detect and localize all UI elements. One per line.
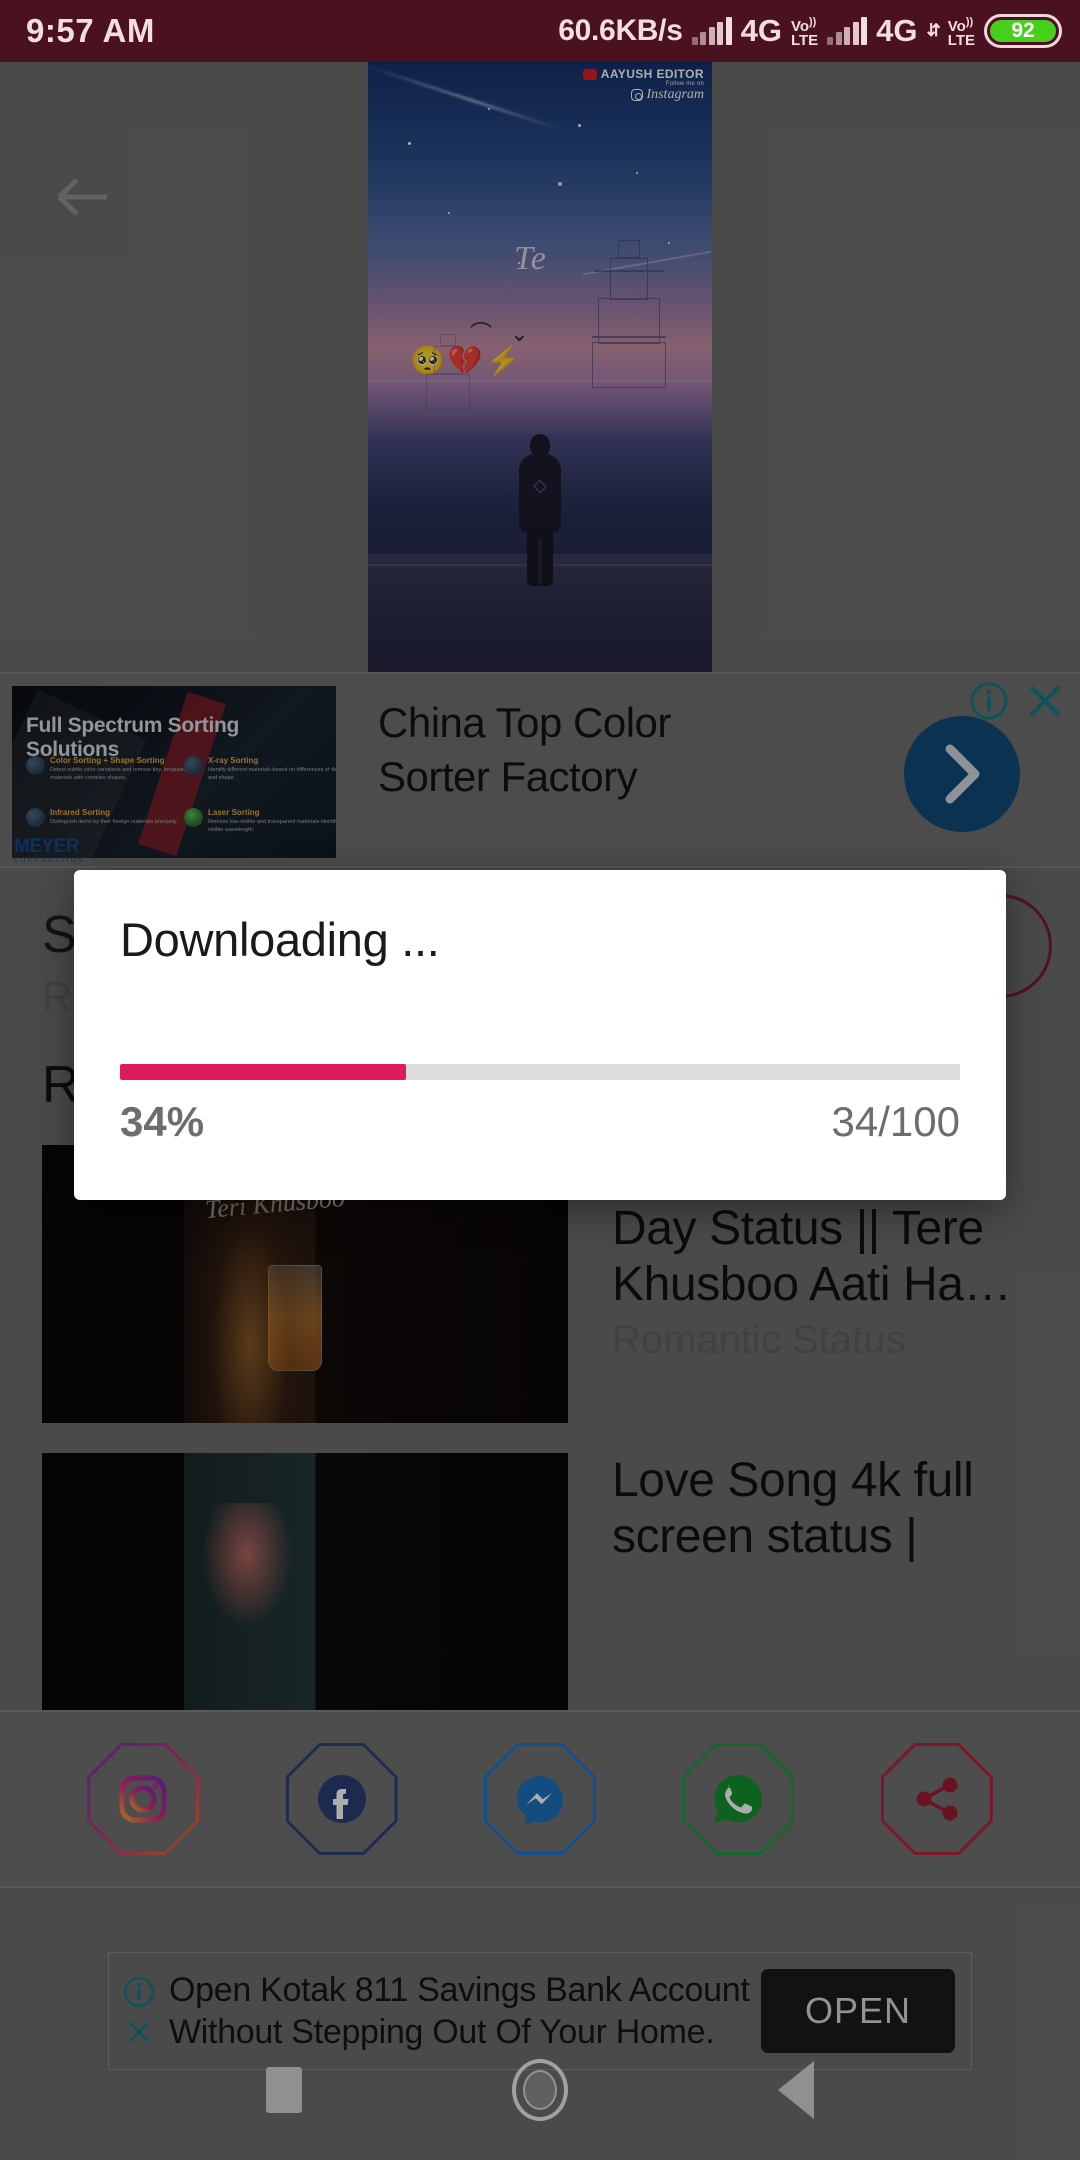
battery-level-label: 92 xyxy=(990,19,1056,42)
progress-bar-track xyxy=(120,1064,960,1080)
status-bar-indicators: 60.6KB/s 4G Vo)) LTE 4G ⇵ Vo)) LTE 92 xyxy=(558,13,1062,49)
signal-strength-icon-sim2 xyxy=(827,17,868,45)
dialog-title: Downloading ... xyxy=(120,913,440,966)
progress-bar-fill xyxy=(120,1064,406,1080)
volte-icon-sim1: Vo)) LTE xyxy=(790,15,819,49)
volte-icon-sim2: Vo)) LTE xyxy=(947,15,975,49)
status-bar-clock: 9:57 AM xyxy=(26,12,155,49)
network-speed-indicator: 60.6KB/s xyxy=(558,14,683,47)
progress-percent-label: 34% xyxy=(120,1098,205,1145)
network-type-sim1: 4G xyxy=(740,13,782,48)
network-type-sim2: 4G xyxy=(876,13,918,48)
signal-strength-icon-sim1 xyxy=(691,17,732,45)
battery-icon: 92 xyxy=(984,14,1062,48)
download-progress-dialog: Downloading ... 34% 34/100 xyxy=(74,870,1006,1200)
progress-count-label: 34/100 xyxy=(831,1098,960,1145)
status-bar: 9:57 AM 60.6KB/s 4G Vo)) LTE 4G ⇵ Vo)) LTE… xyxy=(0,0,1080,62)
data-transfer-icon: ⇵ xyxy=(926,21,941,40)
